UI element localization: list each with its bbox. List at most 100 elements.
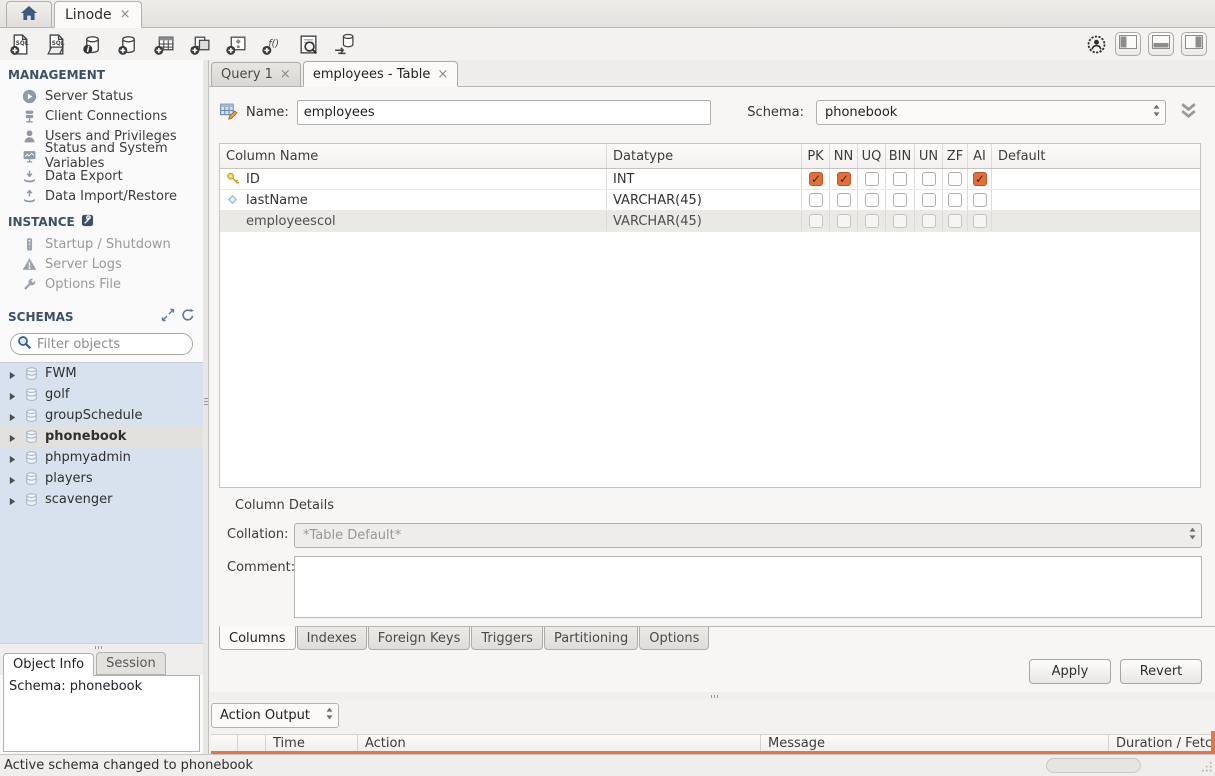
create-view-icon[interactable]: [188, 32, 212, 56]
tab-session[interactable]: Session: [96, 652, 166, 675]
checkbox-pk-lastname[interactable]: [808, 193, 823, 207]
create-procedure-icon[interactable]: [224, 32, 248, 56]
schema-item-phpmyadmin[interactable]: phpmyadmin: [0, 447, 203, 468]
output-col-time[interactable]: Time: [266, 735, 358, 751]
sidebar-item-data-import-restore[interactable]: Data Import/Restore: [0, 186, 203, 206]
column-header-ai[interactable]: AI: [968, 144, 992, 168]
checkbox-un-employeescol[interactable]: [921, 214, 936, 228]
schema-item-phonebook[interactable]: phonebook: [0, 426, 203, 447]
expand-arrow-icon[interactable]: [8, 453, 18, 463]
column-row-employeescol[interactable]: employeescol VARCHAR(45): [220, 211, 1200, 232]
expand-arrow-icon[interactable]: [8, 432, 18, 442]
output-splitter[interactable]: [209, 692, 1215, 700]
create-function-icon[interactable]: f(): [260, 32, 284, 56]
checkbox-un-lastname[interactable]: [921, 193, 936, 207]
editor-tab-query-1[interactable]: Query 1 ×: [211, 62, 301, 86]
checkbox-uq-lastname[interactable]: [864, 193, 879, 207]
tab-object-info[interactable]: Object Info: [3, 653, 95, 676]
schema-item-groupschedule[interactable]: groupSchedule: [0, 405, 203, 426]
toggle-left-sidebar-button[interactable]: [1115, 32, 1141, 56]
checkbox-zf-lastname[interactable]: [948, 193, 962, 207]
checkbox-bin-lastname[interactable]: [893, 193, 907, 207]
close-icon[interactable]: ×: [120, 7, 131, 22]
editor-tab-employees-table[interactable]: employees - Table ×: [302, 61, 459, 87]
open-sql-script-icon[interactable]: SQL: [44, 32, 68, 56]
apply-button[interactable]: Apply: [1029, 659, 1111, 684]
checkbox-bin-id[interactable]: [893, 172, 907, 186]
create-schema-icon[interactable]: [116, 32, 140, 56]
expand-panel-icon[interactable]: [161, 308, 175, 325]
close-icon[interactable]: ×: [280, 67, 291, 82]
account-gear-icon[interactable]: [1084, 32, 1108, 56]
create-table-icon[interactable]: [152, 32, 176, 56]
column-header-datatype[interactable]: Datatype: [607, 144, 802, 168]
output-col-marker-0[interactable]: [211, 735, 238, 751]
expand-arrow-icon[interactable]: [8, 474, 18, 484]
checkbox-nn-lastname[interactable]: [836, 193, 851, 207]
column-header-column-name[interactable]: Column Name: [220, 144, 607, 168]
output-col-message[interactable]: Message: [761, 735, 1109, 751]
sync-database-icon[interactable]: [332, 32, 356, 56]
column-row-id[interactable]: ID INT: [220, 169, 1200, 190]
home-tab[interactable]: [6, 1, 52, 27]
default-cell[interactable]: [992, 211, 1200, 231]
toggle-right-sidebar-button[interactable]: [1181, 32, 1207, 56]
table-name-input[interactable]: [296, 99, 712, 125]
output-col-duration-fetch[interactable]: Duration / Fetch: [1109, 735, 1215, 751]
schema-select[interactable]: phonebook: [815, 99, 1167, 125]
expand-arrow-icon[interactable]: [8, 369, 18, 379]
connection-tab[interactable]: Linode ×: [54, 1, 142, 28]
close-icon[interactable]: ×: [437, 67, 448, 82]
output-col-marker-1[interactable]: [238, 735, 266, 751]
sidebar-item-options-file[interactable]: Options File: [0, 274, 203, 294]
schema-item-fwm[interactable]: FWM: [0, 363, 203, 384]
column-header-un[interactable]: UN: [915, 144, 943, 168]
checkbox-uq-id[interactable]: [864, 172, 879, 186]
sidebar-item-startup-shutdown[interactable]: Startup / Shutdown: [0, 234, 203, 254]
toggle-bottom-panel-button[interactable]: [1148, 32, 1174, 56]
new-sql-tab-icon[interactable]: SQL: [8, 32, 32, 56]
sidebar-horizontal-splitter[interactable]: [0, 643, 203, 650]
column-header-pk[interactable]: PK: [802, 144, 830, 168]
output-col-action[interactable]: Action: [358, 735, 761, 751]
checkbox-zf-id[interactable]: [948, 172, 962, 186]
checkbox-pk-id[interactable]: [808, 172, 823, 186]
default-cell[interactable]: [992, 169, 1200, 189]
datatype-cell[interactable]: VARCHAR(45): [607, 211, 802, 231]
checkbox-un-id[interactable]: [921, 172, 936, 186]
revert-button[interactable]: Revert: [1120, 659, 1202, 684]
editor-subtab-indexes[interactable]: Indexes: [296, 627, 367, 650]
expand-arrow-icon[interactable]: [8, 495, 18, 505]
datatype-cell[interactable]: INT: [607, 169, 802, 189]
collapse-header-button[interactable]: [1174, 102, 1202, 123]
editor-subtab-options[interactable]: Options: [639, 627, 710, 650]
schema-item-golf[interactable]: golf: [0, 384, 203, 405]
search-data-icon[interactable]: [296, 32, 320, 56]
sidebar-item-client-connections[interactable]: Client Connections: [0, 106, 203, 126]
expand-arrow-icon[interactable]: [8, 411, 18, 421]
column-header-uq[interactable]: UQ: [858, 144, 886, 168]
sidebar-item-server-status[interactable]: Server Status: [0, 86, 203, 106]
checkbox-pk-employeescol[interactable]: [808, 214, 823, 228]
sidebar-item-server-logs[interactable]: Server Logs: [0, 254, 203, 274]
comment-textarea[interactable]: [294, 556, 1202, 618]
datatype-cell[interactable]: VARCHAR(45): [607, 190, 802, 210]
inspect-database-icon[interactable]: i: [80, 32, 104, 56]
collation-select[interactable]: *Table Default*: [294, 523, 1202, 548]
expand-arrow-icon[interactable]: [8, 390, 18, 400]
checkbox-ai-id[interactable]: [972, 172, 987, 186]
column-header-zf[interactable]: ZF: [943, 144, 968, 168]
column-row-lastname[interactable]: lastName VARCHAR(45): [220, 190, 1200, 211]
output-type-select[interactable]: Action Output: [211, 703, 339, 728]
checkbox-bin-employeescol[interactable]: [893, 214, 907, 228]
column-header-bin[interactable]: BIN: [886, 144, 915, 168]
editor-subtab-partitioning[interactable]: Partitioning: [543, 627, 639, 650]
checkbox-nn-id[interactable]: [836, 172, 851, 186]
sidebar-item-status-and-system-variables[interactable]: Status and System Variables: [0, 141, 203, 171]
checkbox-nn-employeescol[interactable]: [836, 214, 851, 228]
column-header-nn[interactable]: NN: [830, 144, 858, 168]
default-cell[interactable]: [992, 190, 1200, 210]
checkbox-ai-employeescol[interactable]: [972, 214, 987, 228]
checkbox-zf-employeescol[interactable]: [948, 214, 962, 228]
editor-subtab-columns[interactable]: Columns: [219, 626, 296, 650]
